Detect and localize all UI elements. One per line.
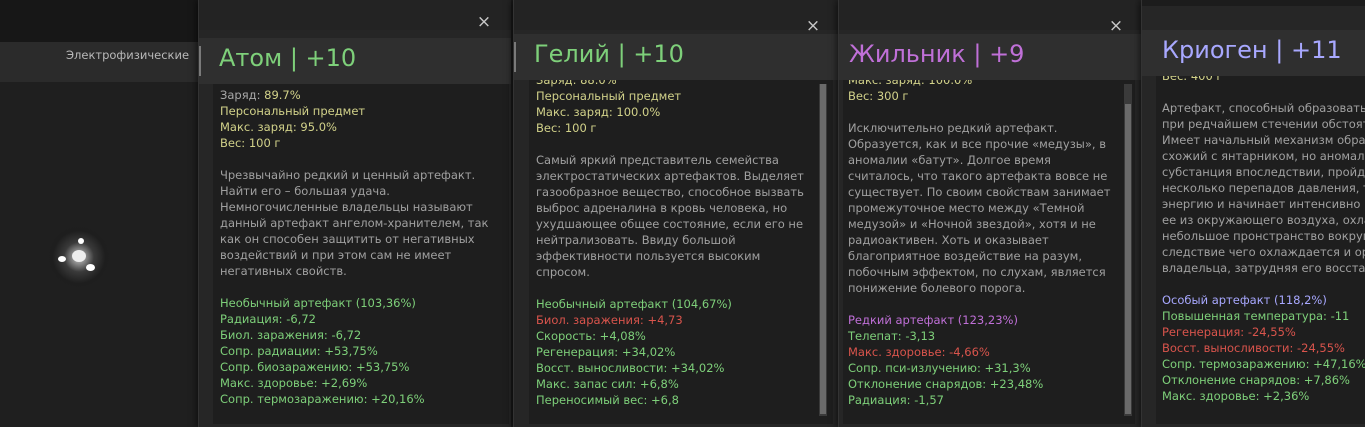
panel-title: Криоген | +11 bbox=[1162, 36, 1342, 64]
weight: Вес: 300 г bbox=[848, 89, 909, 103]
max-charge: Макс. заряд: 95.0% bbox=[220, 120, 337, 134]
scrollbar[interactable] bbox=[819, 84, 827, 416]
tooltip-panel-atom: × Атом | +10 Заряд: 89.7% Персональный п… bbox=[198, 0, 511, 427]
stat-line: Макс. здоровье: -4,66% bbox=[848, 345, 990, 359]
charge: Заряд: 88.0% bbox=[536, 80, 617, 87]
stat-line: Макс. запас сил: +6,8% bbox=[536, 377, 679, 391]
panel-titlebar[interactable] bbox=[199, 0, 511, 30]
stat-line: Восст. выносливости: +34,02% bbox=[536, 361, 725, 375]
close-icon[interactable]: × bbox=[1106, 16, 1126, 36]
weight: Вес: 100 г bbox=[536, 121, 597, 135]
stat-line: Сопр. термозаражению: +20,16% bbox=[220, 392, 425, 406]
scrollbar[interactable] bbox=[1124, 84, 1132, 416]
description: Исключительно редкий артефакт. Образуетс… bbox=[848, 121, 1111, 295]
panel-body: Заряд: 89.7% Персональный предмет Макс. … bbox=[213, 84, 509, 424]
stat-line: Радиация: -1,57 bbox=[848, 393, 944, 407]
stat-line: Сопр. термозаражению: +47,16% bbox=[1162, 357, 1365, 371]
rarity: Необычный артефакт (103,36%) bbox=[220, 296, 416, 310]
weight: Вес: 100 г bbox=[220, 136, 281, 150]
panel-body: Заряд: 88.0% Персональный предмет Макс. … bbox=[529, 80, 833, 424]
stat-line: Переносимый вес: +6,8 bbox=[536, 393, 679, 407]
stat-line: Скорость: +4,08% bbox=[536, 329, 646, 343]
max-charge: Макс. заряд: 100.0% bbox=[848, 80, 973, 87]
panel-title: Жильник | +9 bbox=[849, 40, 1025, 68]
description: Артефакт, способный образоваться при ред… bbox=[1162, 101, 1365, 275]
header-accent bbox=[199, 46, 201, 76]
panel-body: Вес: 400 г Артефакт, способный образоват… bbox=[1156, 76, 1365, 424]
rarity: Необычный артефакт (104,67%) bbox=[536, 297, 732, 311]
stat-line: Биол. заражения: -6,72 bbox=[220, 328, 362, 342]
personal-item: Персональный предмет bbox=[536, 89, 682, 103]
stat-line: Сопр. пси-излучению: +31,3% bbox=[848, 361, 1031, 375]
stat-line: Макс. здоровье: +2,69% bbox=[220, 376, 368, 390]
personal-item: Персональный предмет bbox=[220, 104, 366, 118]
description: Самый яркий представитель семейства элек… bbox=[536, 153, 804, 279]
tooltip-panel-helium: × Гелий | +10 Заряд: 88.0% Персональный … bbox=[513, 0, 838, 427]
stat-line: Восст. выносливости: -24,55% bbox=[1162, 341, 1345, 355]
rarity: Редкий артефакт (123,23%) bbox=[848, 313, 1018, 327]
stat-line: Радиация: -6,72 bbox=[220, 312, 316, 326]
stat-line: Макс. здоровье: +2,36% bbox=[1162, 389, 1310, 403]
artifact-spark bbox=[72, 250, 86, 262]
artifact-icon[interactable] bbox=[48, 226, 110, 288]
stat-line: Регенерация: +34,02% bbox=[536, 345, 676, 359]
artifact-spark bbox=[58, 256, 66, 262]
panel-header: Атом | +10 bbox=[199, 38, 511, 84]
scrollbar-thumb[interactable] bbox=[820, 84, 826, 414]
stat-line: Телепат: -3,13 bbox=[848, 329, 936, 343]
panel-titlebar[interactable] bbox=[839, 0, 1141, 30]
stat-line: Биол. заражения: +4,73 bbox=[536, 313, 683, 327]
rarity: Особый артефакт (118,2%) bbox=[1162, 293, 1327, 307]
close-icon[interactable]: × bbox=[803, 16, 823, 36]
panel-titlebar[interactable] bbox=[1142, 0, 1365, 6]
panel-header: Гелий | +10 bbox=[514, 34, 838, 80]
panel-header: Жильник | +9 bbox=[839, 34, 1141, 80]
category-label[interactable]: Электрофизические bbox=[66, 48, 189, 62]
scrollbar-thumb[interactable] bbox=[1125, 104, 1131, 414]
weight: Вес: 400 г bbox=[1162, 76, 1223, 83]
stat-line: Регенерация: -24,55% bbox=[1162, 325, 1296, 339]
panel-body: Макс. заряд: 100.0% Вес: 300 г Исключите… bbox=[843, 80, 1135, 424]
panel-header: Криоген | +11 bbox=[1142, 30, 1365, 76]
tooltip-panel-kriogen: Криоген | +11 Вес: 400 г Артефакт, спосо… bbox=[1141, 0, 1365, 427]
artifact-spark bbox=[86, 264, 95, 271]
panel-title: Гелий | +10 bbox=[534, 40, 684, 68]
close-icon[interactable]: × bbox=[474, 12, 494, 32]
stat-line: Отклонение снарядов: +23,48% bbox=[848, 377, 1044, 391]
inventory-top-strip bbox=[0, 0, 200, 42]
panel-title: Атом | +10 bbox=[219, 44, 357, 72]
panel-titlebar[interactable] bbox=[514, 0, 838, 30]
charge-line: Заряд: 89.7% bbox=[220, 88, 301, 102]
description: Чрезвычайно редкий и ценный артефакт. На… bbox=[220, 168, 489, 278]
header-accent bbox=[514, 42, 516, 72]
artifact-spark bbox=[78, 238, 84, 244]
stat-line: Отклонение снарядов: +7,86% bbox=[1162, 373, 1350, 387]
stat-line: Сопр. радиации: +53,75% bbox=[220, 344, 378, 358]
tooltip-panel-zhilnik: × Жильник | +9 Макс. заряд: 100.0% Вес: … bbox=[838, 0, 1141, 427]
stat-line: Сопр. биозаражению: +53,75% bbox=[220, 360, 410, 374]
stat-line: Повышенная температура: -11 bbox=[1162, 309, 1350, 323]
max-charge: Макс. заряд: 100.0% bbox=[536, 105, 661, 119]
